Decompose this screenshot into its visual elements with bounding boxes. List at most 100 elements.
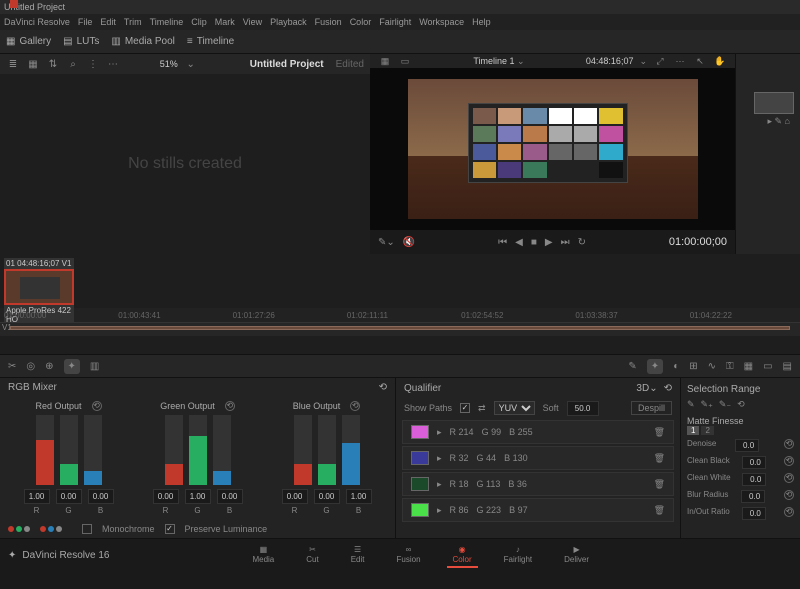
tab-color[interactable]: ◉Color	[447, 543, 478, 568]
bar-g[interactable]	[189, 415, 207, 485]
bar-g[interactable]	[318, 415, 336, 485]
tab-fairlight[interactable]: ♪Fairlight	[498, 543, 538, 568]
preset-dots-2[interactable]	[40, 526, 62, 532]
chevron-down-icon[interactable]: ⌄	[649, 383, 657, 394]
luts-button[interactable]: ▤ LUTs	[63, 36, 99, 47]
timeline-button[interactable]: ≡ Timeline	[187, 36, 234, 47]
loop-icon[interactable]: ↻	[578, 237, 586, 248]
play-tc[interactable]: 01:00:00;00	[669, 236, 727, 248]
reset-icon[interactable]: ⟲	[784, 490, 794, 500]
qualifier-row[interactable]: ▸ R 86G 223B 97 🗑	[402, 498, 674, 522]
mute-icon[interactable]: 🔇	[403, 237, 415, 248]
chevron-down-icon[interactable]: ⌄	[184, 57, 198, 71]
expand-icon[interactable]: ▸	[437, 453, 442, 464]
qualifier-row[interactable]: ▸ R 18G 113B 36 🗑	[402, 472, 674, 496]
bar-b[interactable]	[213, 415, 231, 485]
sr-value[interactable]: 0.0	[742, 473, 766, 486]
expand-icon[interactable]: ▸	[437, 427, 442, 438]
timeline-track[interactable]: V1	[0, 322, 800, 336]
bars-icon[interactable]: ▥	[90, 361, 99, 372]
track-clip[interactable]	[10, 326, 790, 330]
reset-icon[interactable]: ⟲	[664, 383, 672, 394]
node-graph[interactable]: ▸ ✎ ⌂	[735, 54, 800, 254]
tab-fusion[interactable]: ∞Fusion	[391, 543, 427, 568]
reset-icon[interactable]: ⟲	[784, 439, 794, 449]
reset-icon[interactable]: ⟲	[784, 507, 794, 517]
mixer-value[interactable]: 0.00	[153, 489, 179, 504]
last-frame-icon[interactable]: ⏭	[561, 237, 570, 248]
color-picker-icon[interactable]: ✎⌄	[378, 237, 395, 248]
tab-cut[interactable]: ✂Cut	[300, 543, 324, 568]
despill-button[interactable]: Despill	[631, 401, 672, 415]
viewer-tc[interactable]: 04:48:16;07	[586, 56, 634, 66]
colorspace-select[interactable]: YUV	[494, 401, 535, 415]
sr-value[interactable]: 0.0	[742, 456, 766, 469]
wand-icon[interactable]: ✦	[647, 359, 663, 374]
sr-value[interactable]: 0.0	[742, 507, 766, 520]
sub-picker-icon[interactable]: ✎₋	[719, 399, 731, 410]
trash-icon[interactable]: 🗑	[654, 453, 665, 464]
reset-icon[interactable]: ⟲	[737, 399, 745, 410]
reset-icon[interactable]: ⟲	[784, 473, 794, 483]
mixer-value[interactable]: 0.00	[88, 489, 114, 504]
playhead-icon[interactable]	[10, 0, 18, 8]
key-icon[interactable]: ⚿	[726, 361, 734, 372]
reset-icon[interactable]: ⟲	[784, 456, 794, 466]
timeline-select[interactable]: Timeline 1	[473, 56, 514, 66]
reset-icon[interactable]: ⟲	[379, 382, 387, 393]
zoom-label[interactable]: 51%	[160, 59, 178, 69]
viewer-opts-icon[interactable]: ⋯	[673, 54, 687, 68]
menu-edit[interactable]: Edit	[100, 17, 116, 27]
timeline-ruler[interactable]: 01:00:00:0001:00:43:4101:01:27:2601:02:1…	[0, 308, 800, 322]
bar-g[interactable]	[60, 415, 78, 485]
menu-workspace[interactable]: Workspace	[419, 17, 464, 27]
reset-icon[interactable]: ⟲	[92, 401, 102, 411]
chevron-down-icon[interactable]: ⌄	[517, 56, 525, 66]
menu-view[interactable]: View	[243, 17, 262, 27]
pointer-icon[interactable]: ↖	[693, 54, 707, 68]
preview-viewport[interactable]	[370, 68, 735, 230]
trash-icon[interactable]: 🗑	[654, 427, 665, 438]
curves-icon[interactable]: ✂	[8, 361, 16, 372]
menu-help[interactable]: Help	[472, 17, 491, 27]
expand-icon[interactable]: ▸	[437, 479, 442, 490]
fx-icon[interactable]: ✦	[64, 359, 80, 374]
tab-media[interactable]: ▦Media	[246, 543, 280, 568]
bar-b[interactable]	[84, 415, 102, 485]
size-icon[interactable]: ▦	[744, 361, 753, 372]
menu-trim[interactable]: Trim	[124, 17, 142, 27]
qual-mode[interactable]: 3D	[636, 383, 649, 394]
mask-icon[interactable]: ◐	[673, 361, 679, 372]
reset-icon[interactable]: ⟲	[225, 401, 235, 411]
eyedrop-icon[interactable]: ✎	[628, 361, 636, 372]
monochrome-checkbox[interactable]	[82, 524, 92, 534]
sr-value[interactable]: 0.0	[741, 490, 765, 503]
bar-r[interactable]	[165, 415, 183, 485]
wheels-icon[interactable]: ◎	[26, 361, 35, 372]
bar-b[interactable]	[342, 415, 360, 485]
link-icon[interactable]: ⇄	[478, 403, 486, 414]
chevron-down-icon[interactable]: ⌄	[639, 56, 647, 67]
bar-r[interactable]	[294, 415, 312, 485]
preset-dots[interactable]	[8, 526, 30, 532]
trash-icon[interactable]: 🗑	[654, 479, 665, 490]
blur-icon[interactable]: ∿	[708, 361, 716, 372]
filter-icon[interactable]: ⋮	[86, 57, 100, 71]
viewer-split-icon[interactable]: ▭	[398, 54, 412, 68]
showpaths-checkbox[interactable]	[460, 403, 470, 413]
data-icon[interactable]: ▤	[783, 361, 792, 372]
soft-value[interactable]: 50.0	[567, 401, 599, 416]
mixer-value[interactable]: 0.00	[314, 489, 340, 504]
menu-color[interactable]: Color	[350, 17, 372, 27]
mixer-value[interactable]: 0.00	[217, 489, 243, 504]
menu-clip[interactable]: Clip	[191, 17, 207, 27]
trash-icon[interactable]: 🗑	[654, 505, 665, 516]
mixer-value[interactable]: 1.00	[24, 489, 50, 504]
menu-fairlight[interactable]: Fairlight	[379, 17, 411, 27]
menu-file[interactable]: File	[78, 17, 93, 27]
viewer-expand-icon[interactable]: ⤢	[653, 54, 667, 68]
reset-icon[interactable]: ⟲	[350, 401, 360, 411]
viewer-menu-icon[interactable]: ▦	[378, 54, 392, 68]
mixer-value[interactable]: 0.00	[56, 489, 82, 504]
first-frame-icon[interactable]: ⏮	[498, 237, 507, 248]
